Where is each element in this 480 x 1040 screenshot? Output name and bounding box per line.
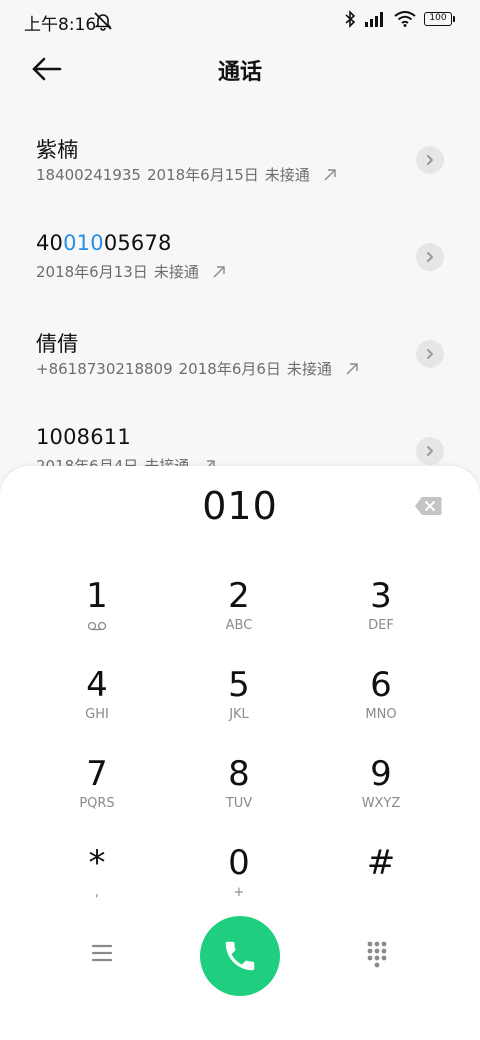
chevron-right-icon xyxy=(427,155,433,165)
contact-name: 1008611 xyxy=(36,425,131,449)
header: 通话 xyxy=(0,44,480,94)
key-8[interactable]: 8 TUV xyxy=(179,754,299,834)
phone-icon xyxy=(225,941,255,971)
contact-name: 倩倩 xyxy=(36,332,79,356)
call-meta: 2018年6月13日 未接通 xyxy=(36,261,227,282)
call-log-item[interactable]: 紫楠 18400241935 2018年6月15日 未接通 xyxy=(0,110,480,207)
chevron-right-icon xyxy=(427,349,433,359)
call-meta: 18400241935 2018年6月15日 未接通 xyxy=(36,164,338,185)
contact-name: 4001005678 xyxy=(36,231,172,255)
outgoing-call-icon xyxy=(324,168,336,180)
outgoing-call-icon xyxy=(346,362,358,374)
status-icons: 100 xyxy=(344,10,455,28)
key-7[interactable]: 7 PQRS xyxy=(37,754,157,834)
call-status: 未接通 xyxy=(153,263,199,281)
call-date: 2018年6月6日 xyxy=(178,360,281,378)
call-status: 未接通 xyxy=(264,166,310,184)
mute-icon xyxy=(94,12,112,31)
contact-name: 紫楠 xyxy=(36,138,79,162)
page-title: 通话 xyxy=(217,60,262,85)
key-5[interactable]: 5 JKL xyxy=(179,665,299,745)
call-detail-button[interactable] xyxy=(416,146,444,174)
call-date: 2018年6月15日 xyxy=(146,166,259,184)
dialed-number: 010 xyxy=(202,484,278,528)
dialpad-panel: 010 1 2 ABC 3 DEF 4 GHI 5 JKL 6 MNO 7 PQ… xyxy=(0,466,480,1040)
key-2[interactable]: 2 ABC xyxy=(179,576,299,656)
key-1[interactable]: 1 xyxy=(37,576,157,656)
signal-icon xyxy=(365,12,383,27)
outgoing-call-icon xyxy=(213,265,225,277)
chevron-right-icon xyxy=(427,252,433,262)
call-detail-button[interactable] xyxy=(416,437,444,465)
call-meta: +8618730218809 2018年6月6日 未接通 xyxy=(36,358,360,379)
keypad-toggle-icon[interactable] xyxy=(366,940,388,968)
call-detail-button[interactable] xyxy=(416,243,444,271)
call-log-item[interactable]: 倩倩 +8618730218809 2018年6月6日 未接通 xyxy=(0,304,480,401)
menu-icon[interactable] xyxy=(90,942,114,964)
chevron-right-icon xyxy=(427,446,433,456)
bluetooth-icon xyxy=(345,10,356,28)
key-star[interactable]: * , xyxy=(37,843,157,923)
key-6[interactable]: 6 MNO xyxy=(321,665,441,745)
key-9[interactable]: 9 WXYZ xyxy=(321,754,441,834)
backspace-icon[interactable] xyxy=(414,496,442,516)
call-detail-button[interactable] xyxy=(416,340,444,368)
key-4[interactable]: 4 GHI xyxy=(37,665,157,745)
voicemail-icon xyxy=(87,621,107,631)
status-bar: 上午8:16 100 xyxy=(0,0,480,40)
wifi-icon xyxy=(394,11,416,27)
call-status: 未接通 xyxy=(286,360,332,378)
call-date: 2018年6月13日 xyxy=(36,263,148,281)
key-hash[interactable]: # xyxy=(321,843,441,923)
matched-digits: 010 xyxy=(63,231,104,255)
dialpad-actions xyxy=(0,914,480,998)
key-0[interactable]: 0 + xyxy=(179,843,299,923)
call-log-item[interactable]: 4001005678 2018年6月13日 未接通 xyxy=(0,207,480,304)
call-button[interactable] xyxy=(200,916,280,996)
key-3[interactable]: 3 DEF xyxy=(321,576,441,656)
status-time: 上午8:16 xyxy=(24,15,97,35)
call-number: 18400241935 xyxy=(36,165,141,184)
call-log-list: 紫楠 18400241935 2018年6月15日 未接通 4001005678… xyxy=(0,110,480,498)
battery-icon: 100 xyxy=(424,12,455,26)
call-number: +8618730218809 xyxy=(36,359,173,378)
